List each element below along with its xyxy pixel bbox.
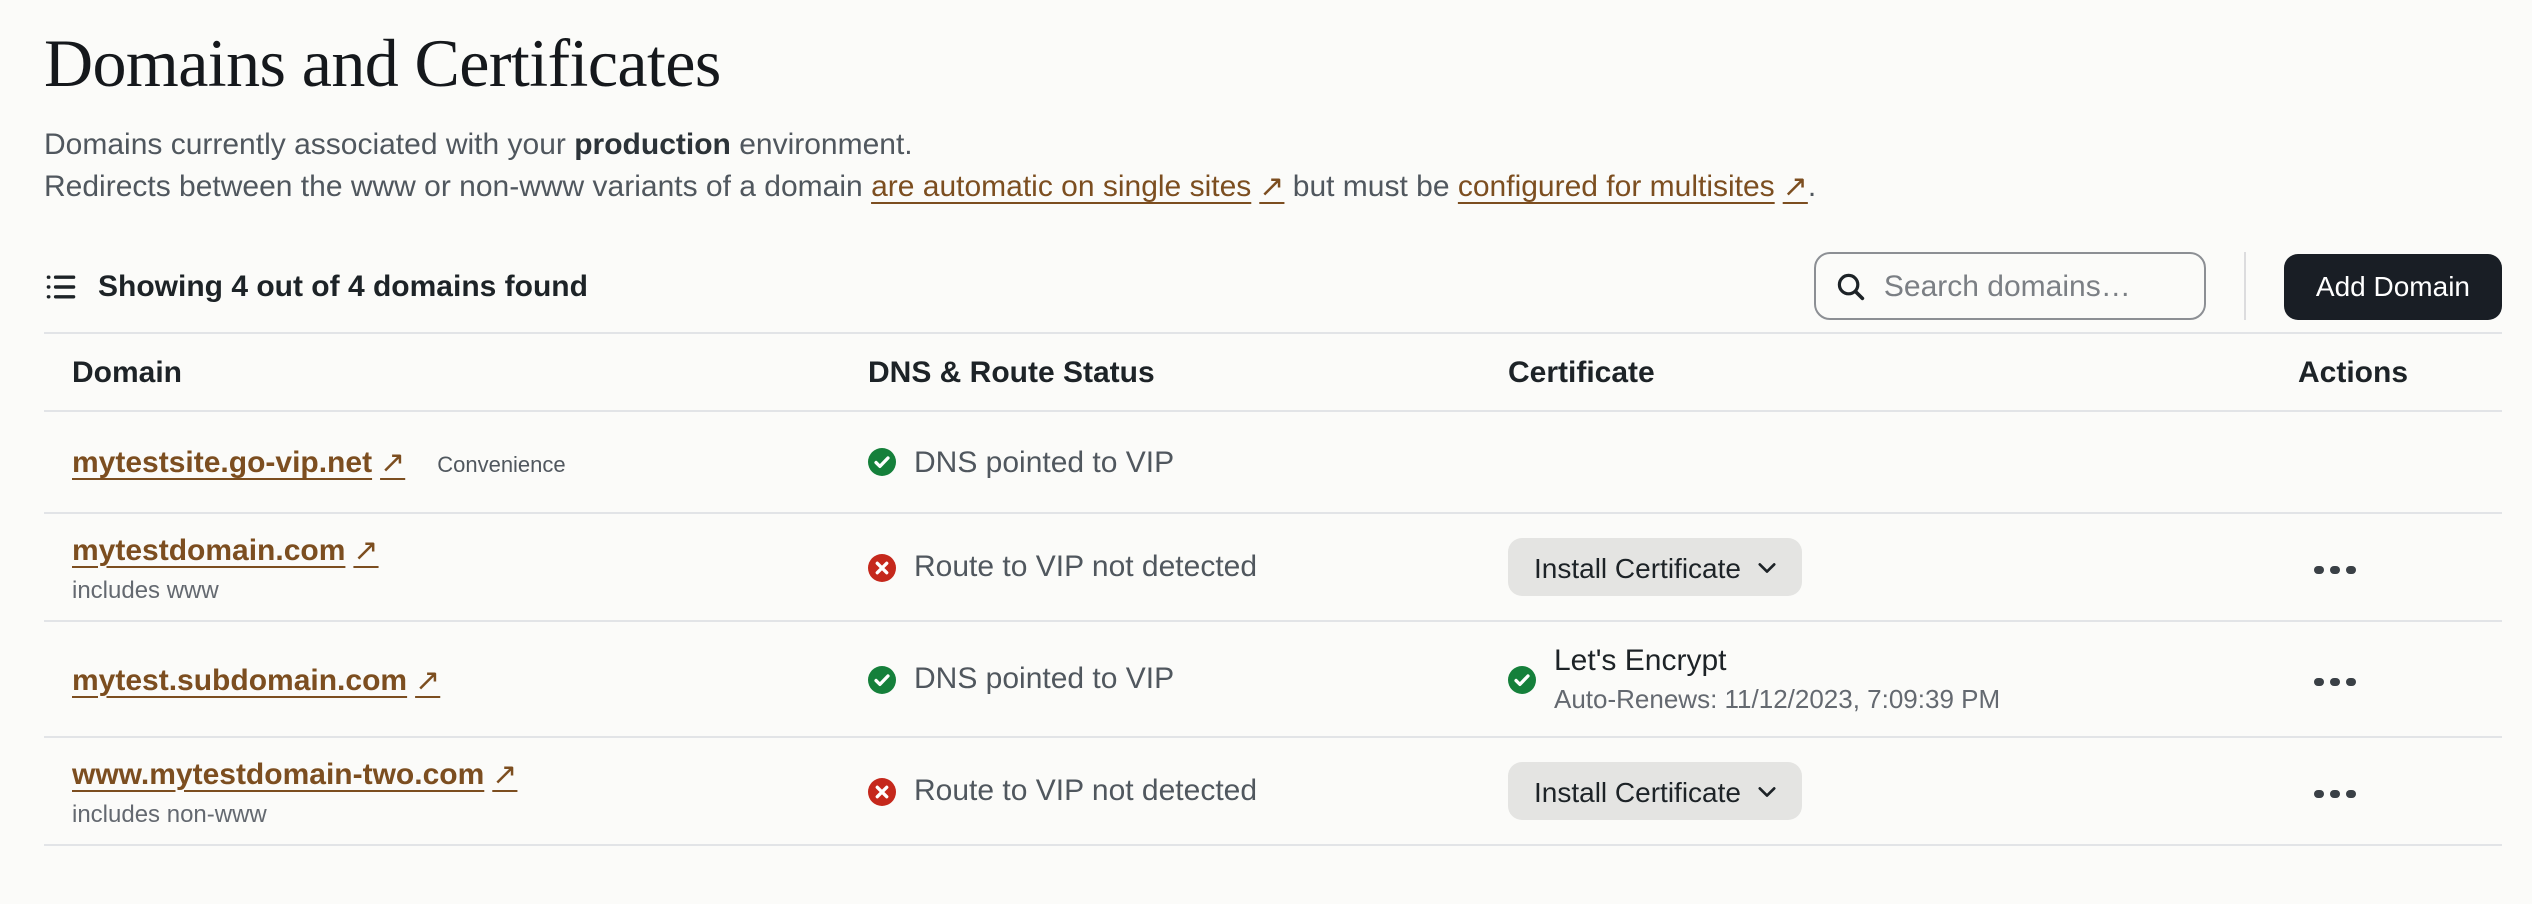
install-certificate-button[interactable]: Install Certificate (1508, 762, 1803, 820)
external-link-icon: ↗ (492, 757, 517, 791)
table-row: mytestdomain.com↗ includes www Route to … (44, 514, 2502, 622)
domain-subtext: includes non-www (72, 799, 868, 827)
domain-cell: www.mytestdomain-two.com↗ includes non-w… (72, 755, 868, 827)
external-link-icon: ↗ (1259, 170, 1284, 204)
certificate-cell: Install Certificate (1508, 762, 2298, 820)
page-description-line2: Redirects between the www or non-www var… (44, 166, 2502, 208)
dns-status-cell: Route to VIP not detected (868, 774, 1508, 808)
status-error-icon (868, 553, 896, 581)
table-row: mytest.subdomain.com↗ DNS pointed to VIP… (44, 622, 2502, 738)
certificate-name: Let's Encrypt (1554, 644, 2000, 678)
page-description-line1: Domains currently associated with your p… (44, 124, 2502, 166)
domain-cell: mytest.subdomain.com↗ (72, 661, 868, 697)
search-input[interactable] (1880, 267, 2188, 305)
toolbar-divider (2244, 252, 2246, 320)
list-icon (44, 269, 78, 303)
column-header-actions: Actions (2298, 355, 2474, 389)
external-link-icon: ↗ (415, 663, 440, 697)
external-link-icon: ↗ (1783, 170, 1808, 204)
dns-status-cell: DNS pointed to VIP (868, 445, 1508, 479)
column-header-certificate: Certificate (1508, 355, 2298, 389)
description-text: . (1808, 170, 1816, 204)
domain-cell: mytestsite.go-vip.net↗ Convenience (72, 444, 868, 480)
domains-toolbar: Showing 4 out of 4 domains found Add Dom… (44, 252, 2502, 320)
description-text: environment. (731, 128, 913, 162)
add-domain-button[interactable]: Add Domain (2284, 253, 2502, 319)
ellipsis-icon (2314, 677, 2323, 686)
domain-link[interactable]: www.mytestdomain-two.com↗ (72, 755, 517, 791)
certificate-cell: Install Certificate (1508, 538, 2298, 596)
status-success-icon (1508, 665, 1536, 693)
status-success-icon (868, 448, 896, 476)
page-title: Domains and Certificates (44, 28, 2502, 104)
actions-cell (2298, 660, 2474, 698)
domains-and-certificates-page: Domains and Certificates Domains current… (0, 0, 2532, 904)
description-text: Redirects between the www or non-www var… (44, 170, 871, 204)
row-actions-button[interactable] (2308, 553, 2361, 586)
domain-link[interactable]: mytest.subdomain.com↗ (72, 661, 440, 697)
row-actions-button[interactable] (2308, 665, 2361, 698)
column-header-domain: Domain (72, 355, 868, 389)
single-sites-docs-link[interactable]: are automatic on single sites↗ (871, 170, 1284, 204)
dns-status-text: DNS pointed to VIP (914, 662, 1174, 696)
environment-name: production (574, 128, 731, 162)
dns-status-text: Route to VIP not detected (914, 550, 1257, 584)
external-link-icon: ↗ (380, 446, 405, 480)
table-header-row: Domain DNS & Route Status Certificate Ac… (44, 334, 2502, 412)
certificate-cell: Let's Encrypt Auto-Renews: 11/12/2023, 7… (1508, 644, 2298, 714)
actions-cell (2298, 772, 2474, 810)
multisites-docs-link[interactable]: configured for multisites↗ (1458, 170, 1808, 204)
description-text: Domains currently associated with your (44, 128, 574, 162)
chevron-down-icon (1759, 561, 1777, 573)
domains-table: Domain DNS & Route Status Certificate Ac… (44, 332, 2502, 846)
table-row: mytestsite.go-vip.net↗ Convenience DNS p… (44, 412, 2502, 514)
domain-type-label: Convenience (437, 454, 565, 478)
domain-cell: mytestdomain.com↗ includes www (72, 531, 868, 603)
dns-status-text: DNS pointed to VIP (914, 445, 1174, 479)
ellipsis-icon (2314, 789, 2323, 798)
external-link-icon: ↗ (353, 533, 378, 567)
status-success-icon (868, 665, 896, 693)
dns-status-cell: DNS pointed to VIP (868, 662, 1508, 696)
install-certificate-button[interactable]: Install Certificate (1508, 538, 1803, 596)
domain-link[interactable]: mytestdomain.com↗ (72, 531, 379, 567)
domain-link[interactable]: mytestsite.go-vip.net↗ (72, 444, 405, 480)
dns-status-cell: Route to VIP not detected (868, 550, 1508, 584)
status-error-icon (868, 777, 896, 805)
chevron-down-icon (1759, 785, 1777, 797)
actions-cell (2298, 548, 2474, 586)
domain-subtext: includes www (72, 575, 868, 603)
search-box (1814, 252, 2206, 320)
search-icon (1836, 271, 1866, 301)
certificate-renewal-date: Auto-Renews: 11/12/2023, 7:09:39 PM (1554, 684, 2000, 714)
results-summary: Showing 4 out of 4 domains found (98, 269, 588, 303)
column-header-dns-route-status: DNS & Route Status (868, 355, 1508, 389)
row-actions-button[interactable] (2308, 777, 2361, 810)
table-row: www.mytestdomain-two.com↗ includes non-w… (44, 738, 2502, 846)
description-text: but must be (1284, 170, 1457, 204)
ellipsis-icon (2314, 565, 2323, 574)
dns-status-text: Route to VIP not detected (914, 774, 1257, 808)
